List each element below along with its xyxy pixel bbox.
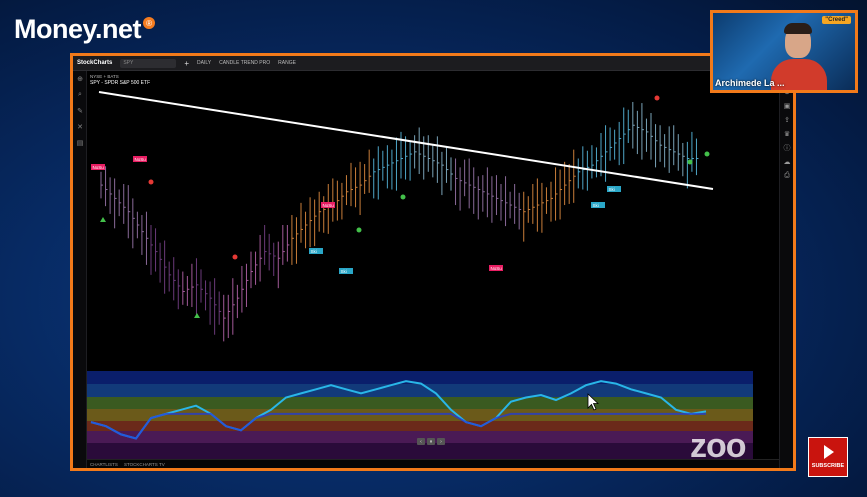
chart-style-dropdown[interactable]: CANDLE TREND PRO — [219, 60, 270, 66]
osc-band-4 — [87, 409, 753, 421]
symbol-search-input[interactable]: SPY — [120, 58, 177, 68]
logo-badge: ® — [143, 17, 156, 29]
price-chart[interactable]: NoSu NoSu NoSu NoSu Ski Ski Ski Ski — [87, 72, 753, 368]
chart-bottom-bar: CHARTLISTS STOCKCHARTS TV — [87, 461, 168, 468]
zoom-watermark: zoo — [690, 427, 747, 465]
range-dropdown[interactable]: RANGE — [278, 60, 296, 66]
signal-dot — [148, 179, 154, 185]
oscillator-chart[interactable] — [87, 371, 753, 461]
subscribe-button[interactable]: SUBSCRIBE — [808, 437, 848, 477]
period-dropdown[interactable]: DAILY — [197, 60, 211, 66]
signal-dot — [654, 95, 660, 101]
trophy-icon[interactable]: ♛ — [780, 127, 794, 141]
signal-label-text: Ski — [341, 269, 347, 274]
buy-triangle — [100, 217, 106, 222]
share-icon[interactable]: ⇪ — [780, 113, 794, 127]
signal-dot — [687, 159, 693, 165]
left-tool-rail: ⊕ ⌕ ✎ ✕ ▤ — [73, 71, 87, 468]
chart-window: StockCharts SPY + DAILY CANDLE TREND PRO… — [70, 53, 796, 471]
signal-label-text: NoSu — [93, 165, 105, 170]
save-icon[interactable]: ▣ — [780, 99, 794, 113]
zoom-icon[interactable]: ⌕ — [73, 87, 87, 103]
prev-button[interactable]: ‹ — [417, 438, 425, 445]
pencil-icon[interactable]: ✎ — [73, 103, 87, 119]
logo-text: Money.net — [14, 13, 142, 44]
pause-button[interactable]: ⏸ — [427, 438, 435, 445]
right-tool-rail: ≡ ⚙ ▣ ⇪ ♛ ⓘ ☁ ⎙ — [779, 71, 793, 468]
stockcharts-tv-link[interactable]: STOCKCHARTS TV — [124, 462, 165, 467]
signal-label-text: NoSu — [135, 157, 147, 162]
signal-label-text: Ski — [609, 187, 615, 192]
layers-icon[interactable]: ▤ — [73, 135, 87, 151]
signal-label-text: NoSu — [491, 266, 503, 271]
signal-dot — [400, 194, 406, 200]
mouse-cursor — [587, 393, 599, 411]
osc-band-top — [87, 371, 753, 384]
chart-nav-controls: ‹ ⏸ › — [417, 438, 445, 445]
signal-dot — [356, 227, 362, 233]
signal-label-text: Ski — [311, 249, 317, 254]
chartlists-link[interactable]: CHARTLISTS — [90, 462, 118, 467]
close-icon[interactable]: ✕ — [73, 119, 87, 135]
signal-label-text: Ski — [593, 203, 599, 208]
play-icon — [824, 445, 834, 459]
signal-dot — [704, 151, 710, 157]
presenter-hair — [784, 23, 812, 34]
signal-label-text: NoSu — [323, 203, 335, 208]
next-button[interactable]: › — [437, 438, 445, 445]
info-icon[interactable]: ⓘ — [780, 141, 794, 155]
add-icon[interactable]: + — [184, 59, 189, 68]
signal-dot — [232, 254, 238, 260]
cloud-icon[interactable]: ☁ — [780, 155, 794, 169]
print-icon[interactable]: ⎙ — [780, 169, 794, 183]
presenter-name: Archimede La ... — [715, 78, 785, 88]
osc-band-5 — [87, 421, 753, 431]
price-bars — [100, 101, 699, 342]
money-net-logo: Money.net ® — [14, 12, 156, 46]
signal-markers: NoSu NoSu NoSu NoSu Ski Ski Ski Ski — [91, 95, 710, 318]
subscribe-label: SUBSCRIBE — [811, 463, 845, 469]
buy-triangle — [194, 313, 200, 318]
chart-toolbar: StockCharts SPY + DAILY CANDLE TREND PRO… — [73, 56, 793, 71]
presenter-video: "Creed" Archimede La ... — [710, 10, 858, 93]
stockcharts-brand: StockCharts — [77, 60, 113, 66]
crosshair-icon[interactable]: ⊕ — [73, 71, 87, 87]
creed-badge: "Creed" — [822, 16, 851, 24]
x-axis — [87, 459, 779, 468]
